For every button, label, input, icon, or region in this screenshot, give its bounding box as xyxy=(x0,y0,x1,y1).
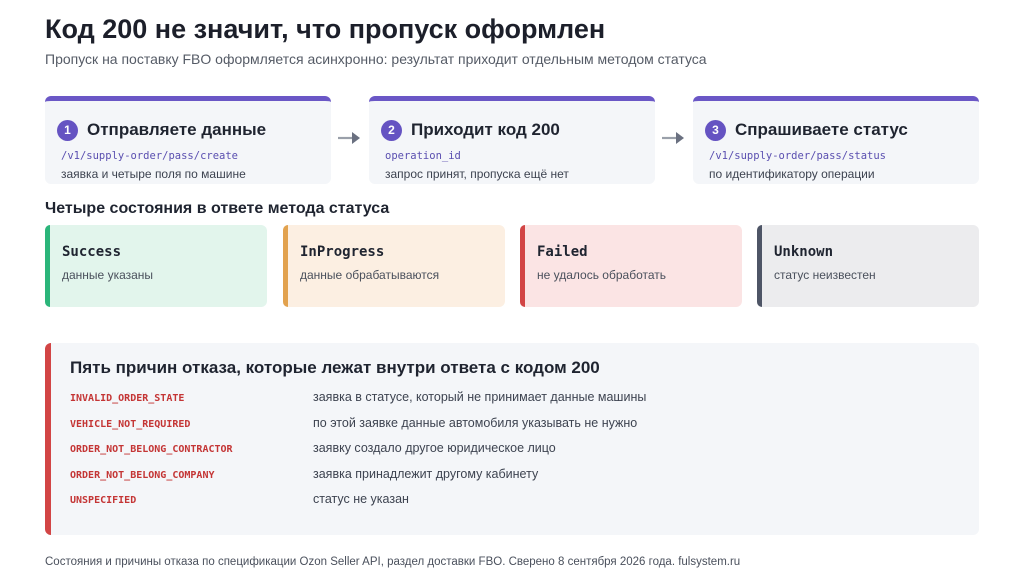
step-number-badge: 3 xyxy=(705,120,726,141)
step-endpoint: operation_id xyxy=(385,150,461,162)
step-number-badge: 2 xyxy=(381,120,402,141)
state-accent-bar xyxy=(757,225,762,307)
state-description: данные указаны xyxy=(62,268,154,282)
step-card-2: 2 Приходит код 200 operation_id запрос п… xyxy=(369,96,655,184)
reason-code: INVALID_ORDER_STATE xyxy=(70,393,185,404)
step-card-1: 1 Отправляете данные /v1/supply-order/pa… xyxy=(45,96,331,184)
state-name: Unknown xyxy=(774,244,834,260)
state-name: InProgress xyxy=(300,244,385,260)
page-title: Код 200 не значит, что пропуск оформлен xyxy=(45,14,606,44)
state-accent-bar xyxy=(45,225,50,307)
reason-code: VEHICLE_NOT_REQUIRED xyxy=(70,419,191,430)
reasons-title: Пять причин отказа, которые лежат внутри… xyxy=(70,358,600,377)
step-number-badge: 1 xyxy=(57,120,78,141)
step-description: запрос принят, пропуска ещё нет xyxy=(385,167,569,181)
reason-description: заявку создало другое юридическое лицо xyxy=(313,441,556,455)
reason-code: UNSPECIFIED xyxy=(70,495,137,506)
step-title: Приходит код 200 xyxy=(411,120,560,139)
reason-code: ORDER_NOT_BELONG_COMPANY xyxy=(70,470,215,481)
state-card-failed: Failed не удалось обработать xyxy=(520,225,742,307)
reason-description: по этой заявке данные автомобиля указыва… xyxy=(313,416,638,430)
state-description: данные обрабатываются xyxy=(300,268,440,282)
step-endpoint: /v1/supply-order/pass/status xyxy=(709,150,887,162)
state-name: Success xyxy=(62,244,122,260)
reason-description: заявка в статусе, который не принимает д… xyxy=(313,390,647,404)
step-endpoint: /v1/supply-order/pass/create xyxy=(61,150,239,162)
states-section-title: Четыре состояния в ответе метода статуса xyxy=(45,200,390,217)
rejection-reasons-panel: Пять причин отказа, которые лежат внутри… xyxy=(45,343,979,535)
state-accent-bar xyxy=(283,225,288,307)
arrow-right-icon xyxy=(662,132,684,144)
footer-note: Состояния и причины отказа по спецификац… xyxy=(45,556,741,568)
state-description: статус неизвестен xyxy=(774,268,876,282)
step-title: Спрашиваете статус xyxy=(735,120,908,139)
state-card-inprogress: InProgress данные обрабатываются xyxy=(283,225,505,307)
step-title: Отправляете данные xyxy=(87,120,267,139)
step-description: по идентификатору операции xyxy=(709,167,875,181)
state-card-success: Success данные указаны xyxy=(45,225,267,307)
state-card-unknown: Unknown статус неизвестен xyxy=(757,225,979,307)
state-description: не удалось обработать xyxy=(537,268,667,282)
step-description: заявка и четыре поля по машине xyxy=(61,167,246,181)
reason-code: ORDER_NOT_BELONG_CONTRACTOR xyxy=(70,444,233,455)
reason-description: заявка принадлежит другому кабинету xyxy=(313,467,539,481)
arrow-right-icon xyxy=(338,132,360,144)
state-accent-bar xyxy=(520,225,525,307)
reason-description: статус не указан xyxy=(313,492,409,506)
page-subtitle: Пропуск на поставку FBO оформляется асин… xyxy=(45,51,707,67)
step-card-3: 3 Спрашиваете статус /v1/supply-order/pa… xyxy=(693,96,979,184)
reasons-accent-bar xyxy=(45,343,51,535)
state-name: Failed xyxy=(537,244,588,260)
